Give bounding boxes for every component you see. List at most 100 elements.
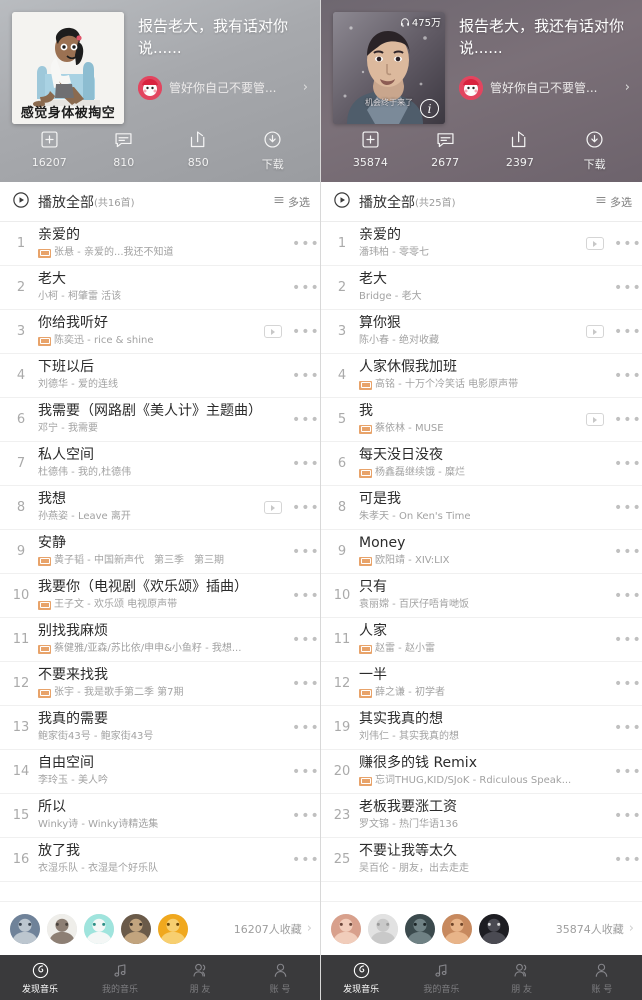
tab-music-note[interactable]: 我的音乐	[401, 955, 481, 1000]
playlist-creator[interactable]: 管好你自己不要管... ›	[459, 75, 632, 100]
song-more-button[interactable]: •••	[614, 413, 641, 427]
add-to-collection-button[interactable]: 16207	[12, 129, 87, 172]
playlist-cover[interactable]: 感觉身体被掏空	[12, 12, 124, 124]
tab-friends[interactable]: 朋 友	[482, 955, 562, 1000]
mv-play-icon[interactable]	[264, 325, 282, 338]
avatar[interactable]	[10, 913, 40, 944]
song-more-button[interactable]: •••	[614, 369, 641, 383]
tab-netease-logo[interactable]: 发现音乐	[0, 955, 80, 1000]
song-row[interactable]: 9 Money 欧阳靖 - XIV:LIX •••	[321, 530, 642, 574]
song-more-button[interactable]: •••	[292, 633, 319, 647]
song-more-button[interactable]: •••	[614, 589, 641, 603]
song-more-button[interactable]: •••	[614, 281, 641, 295]
song-row[interactable]: 19 其实我真的想 刘伟仁 - 其实我真的想 •••	[321, 706, 642, 750]
mv-play-icon[interactable]	[586, 237, 604, 250]
download-button[interactable]: 下载	[557, 129, 632, 172]
song-more-button[interactable]: •••	[292, 589, 319, 603]
song-more-button[interactable]: •••	[292, 369, 319, 383]
song-row[interactable]: 1 亲爱的 潘玮柏 - 零零七 •••	[321, 222, 642, 266]
song-row[interactable]: 8 我想 孙燕姿 - Leave 离开 •••	[0, 486, 320, 530]
song-row[interactable]: 2 老大 小柯 - 柯肇雷 活该 •••	[0, 266, 320, 310]
multi-select-button[interactable]: 多选	[595, 194, 632, 210]
mv-play-icon[interactable]	[264, 501, 282, 514]
mv-play-icon[interactable]	[586, 325, 604, 338]
comment-button[interactable]: 810	[87, 129, 162, 172]
song-row[interactable]: 13 我真的需要 鲍家街43号 - 鲍家街43号 •••	[0, 706, 320, 750]
song-row[interactable]: 7 私人空间 杜德伟 - 我的,杜德伟 •••	[0, 442, 320, 486]
song-more-button[interactable]: •••	[292, 677, 319, 691]
playlist-cover[interactable]: 475万 机会终于来了 i	[333, 12, 445, 124]
song-more-button[interactable]: •••	[614, 765, 641, 779]
share-button[interactable]: 2397	[483, 129, 558, 172]
song-more-button[interactable]: •••	[292, 809, 319, 823]
song-more-button[interactable]: •••	[292, 237, 319, 251]
avatar[interactable]	[368, 913, 398, 944]
song-more-button[interactable]: •••	[614, 677, 641, 691]
avatar[interactable]	[479, 913, 509, 944]
song-more-button[interactable]: •••	[292, 853, 319, 867]
song-row[interactable]: 11 人家 赵雷 - 赵小雷 •••	[321, 618, 642, 662]
song-more-button[interactable]: •••	[292, 545, 319, 559]
play-circle-icon[interactable]	[333, 191, 351, 213]
play-circle-icon[interactable]	[12, 191, 30, 213]
song-row[interactable]: 12 不要来找我 张宇 - 我是歌手第二季 第7期 •••	[0, 662, 320, 706]
avatar[interactable]	[47, 913, 77, 944]
song-more-button[interactable]: •••	[614, 809, 641, 823]
info-icon[interactable]: i	[420, 99, 439, 118]
song-more-button[interactable]: •••	[292, 281, 319, 295]
song-row[interactable]: 5 我蔡依林 - MUSE •••	[321, 398, 642, 442]
song-row[interactable]: 11 别找我麻烦 蔡健雅/亚森/苏比依/申申&小鱼籽 - 我想... •••	[0, 618, 320, 662]
song-row[interactable]: 14 自由空间 李玲玉 - 美人吟 •••	[0, 750, 320, 794]
song-row[interactable]: 9 安静 黄子韬 - 中国新声代 第三季 第三期 •••	[0, 530, 320, 574]
song-row[interactable]: 10 只有 袁丽嫦 - 百厌仔唔肯哋饭 •••	[321, 574, 642, 618]
song-more-button[interactable]: •••	[614, 237, 641, 251]
download-button[interactable]: 下载	[236, 129, 311, 172]
song-row[interactable]: 10 我要你（电视剧《欢乐颂》插曲） 王子文 - 欢乐颂 电视原声带 •••	[0, 574, 320, 618]
mv-play-icon[interactable]	[586, 413, 604, 426]
song-more-button[interactable]: •••	[292, 765, 319, 779]
avatar[interactable]	[158, 913, 188, 944]
collectors-bar[interactable]: 16207人收藏 ›	[0, 901, 320, 955]
tab-friends[interactable]: 朋 友	[160, 955, 240, 1000]
song-row[interactable]: 1 亲爱的 张悬 - 亲爱的...我还不知道 •••	[0, 222, 320, 266]
tab-netease-logo[interactable]: 发现音乐	[321, 955, 401, 1000]
song-row[interactable]: 12 一半 薛之谦 - 初学者 •••	[321, 662, 642, 706]
song-row[interactable]: 8 可是我 朱孝天 - On Ken's Time •••	[321, 486, 642, 530]
song-more-button[interactable]: •••	[614, 501, 641, 515]
song-more-button[interactable]: •••	[614, 721, 641, 735]
song-row[interactable]: 3 算你狠 陈小春 - 绝对收藏 •••	[321, 310, 642, 354]
song-more-button[interactable]: •••	[614, 633, 641, 647]
song-row[interactable]: 2 老大 Bridge - 老大 •••	[321, 266, 642, 310]
song-row[interactable]: 25 不要让我等太久 吴百伦 - 朋友，出去走走 •••	[321, 838, 642, 882]
song-more-button[interactable]: •••	[614, 545, 641, 559]
song-row[interactable]: 23 老板我要涨工资 罗文锦 - 热门华语136 •••	[321, 794, 642, 838]
song-row[interactable]: 6 我需要（网路剧《美人计》主题曲） 邓宁 - 我需要 •••	[0, 398, 320, 442]
song-more-button[interactable]: •••	[614, 325, 641, 339]
collectors-bar[interactable]: 35874人收藏 ›	[321, 901, 642, 955]
song-more-button[interactable]: •••	[614, 853, 641, 867]
tab-music-note[interactable]: 我的音乐	[80, 955, 160, 1000]
comment-button[interactable]: 2677	[408, 129, 483, 172]
song-row[interactable]: 4 下班以后 刘德华 - 爱的连线 •••	[0, 354, 320, 398]
song-more-button[interactable]: •••	[292, 501, 319, 515]
play-all-bar[interactable]: 播放全部 (共16首) 多选	[0, 182, 320, 222]
add-to-collection-button[interactable]: 35874	[333, 129, 408, 172]
tab-account[interactable]: 账 号	[562, 955, 642, 1000]
share-button[interactable]: 850	[161, 129, 236, 172]
avatar[interactable]	[405, 913, 435, 944]
tab-account[interactable]: 账 号	[240, 955, 320, 1000]
song-row[interactable]: 16 放了我 衣湿乐队 - 衣湿是个好乐队 •••	[0, 838, 320, 882]
song-row[interactable]: 20 赚很多的钱 Remix 忘词THUG,KID/SJoK - Rdiculous…	[321, 750, 642, 794]
song-row[interactable]: 4 人家休假我加班 高铭 - 十万个冷笑话 电影原声带 •••	[321, 354, 642, 398]
avatar[interactable]	[331, 913, 361, 944]
song-row[interactable]: 15 所以 Winky诗 - Winky诗精选集 •••	[0, 794, 320, 838]
song-more-button[interactable]: •••	[292, 457, 319, 471]
avatar[interactable]	[84, 913, 114, 944]
song-more-button[interactable]: •••	[614, 457, 641, 471]
avatar[interactable]	[442, 913, 472, 944]
play-all-bar[interactable]: 播放全部 (共25首) 多选	[321, 182, 642, 222]
song-row[interactable]: 3 你给我听好 陈奕迅 - rice & shine •••	[0, 310, 320, 354]
song-more-button[interactable]: •••	[292, 325, 319, 339]
song-more-button[interactable]: •••	[292, 721, 319, 735]
multi-select-button[interactable]: 多选	[273, 194, 310, 210]
